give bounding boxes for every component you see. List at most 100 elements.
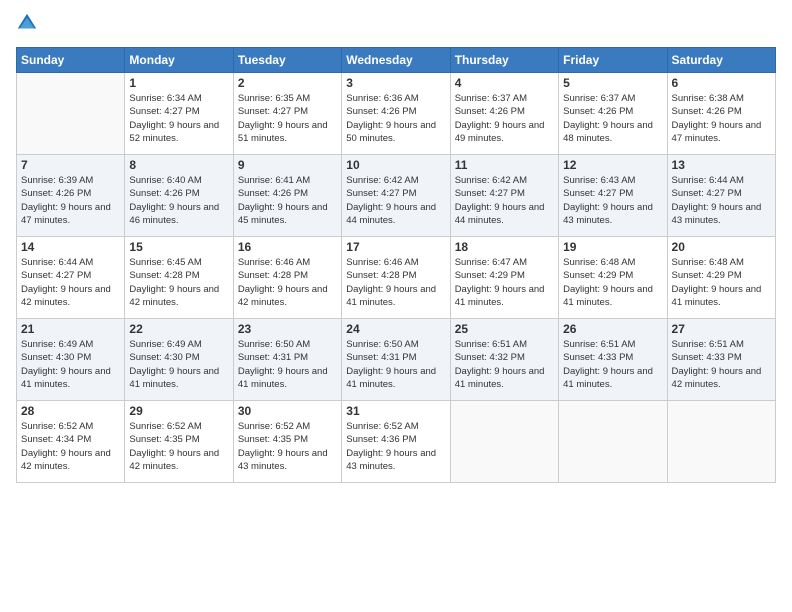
day-number: 19	[563, 240, 662, 254]
day-info: Sunrise: 6:34 AMSunset: 4:27 PMDaylight:…	[129, 92, 228, 145]
day-number: 30	[238, 404, 337, 418]
calendar-cell: 25 Sunrise: 6:51 AMSunset: 4:32 PMDayligh…	[450, 319, 558, 401]
day-info: Sunrise: 6:52 AMSunset: 4:35 PMDaylight:…	[238, 420, 337, 473]
day-info: Sunrise: 6:52 AMSunset: 4:35 PMDaylight:…	[129, 420, 228, 473]
day-info: Sunrise: 6:49 AMSunset: 4:30 PMDaylight:…	[129, 338, 228, 391]
day-info: Sunrise: 6:42 AMSunset: 4:27 PMDaylight:…	[346, 174, 445, 227]
calendar-table: SundayMondayTuesdayWednesdayThursdayFrid…	[16, 47, 776, 483]
day-number: 23	[238, 322, 337, 336]
calendar-cell: 10 Sunrise: 6:42 AMSunset: 4:27 PMDayligh…	[342, 155, 450, 237]
day-number: 25	[455, 322, 554, 336]
calendar-cell: 12 Sunrise: 6:43 AMSunset: 4:27 PMDayligh…	[559, 155, 667, 237]
week-row-4: 21 Sunrise: 6:49 AMSunset: 4:30 PMDayligh…	[17, 319, 776, 401]
day-info: Sunrise: 6:49 AMSunset: 4:30 PMDaylight:…	[21, 338, 120, 391]
logo-icon	[16, 12, 38, 34]
calendar-cell: 5Sunrise: 6:37 AMSunset: 4:26 PMDaylight…	[559, 73, 667, 155]
calendar-cell: 7 Sunrise: 6:39 AMSunset: 4:26 PMDaylight…	[17, 155, 125, 237]
calendar-cell: 9 Sunrise: 6:41 AMSunset: 4:26 PMDaylight…	[233, 155, 341, 237]
calendar-cell	[559, 401, 667, 483]
weekday-header-wednesday: Wednesday	[342, 48, 450, 73]
day-info: Sunrise: 6:46 AMSunset: 4:28 PMDaylight:…	[346, 256, 445, 309]
calendar-cell: 3 Sunrise: 6:36 AMSunset: 4:26 PMDaylight…	[342, 73, 450, 155]
day-info: Sunrise: 6:51 AMSunset: 4:32 PMDaylight:…	[455, 338, 554, 391]
calendar-cell: 27 Sunrise: 6:51 AMSunset: 4:33 PMDayligh…	[667, 319, 775, 401]
day-number: 10	[346, 158, 445, 172]
calendar-cell: 15 Sunrise: 6:45 AMSunset: 4:28 PMDayligh…	[125, 237, 233, 319]
day-number: 3	[346, 76, 445, 90]
day-number: 20	[672, 240, 771, 254]
day-info: Sunrise: 6:50 AMSunset: 4:31 PMDaylight:…	[346, 338, 445, 391]
day-number: 24	[346, 322, 445, 336]
day-number: 6	[672, 76, 771, 90]
calendar-cell: 26Sunrise: 6:51 AMSunset: 4:33 PMDayligh…	[559, 319, 667, 401]
day-info: Sunrise: 6:38 AMSunset: 4:26 PMDaylight:…	[672, 92, 771, 145]
page: SundayMondayTuesdayWednesdayThursdayFrid…	[0, 0, 792, 612]
day-number: 28	[21, 404, 120, 418]
calendar-cell: 18 Sunrise: 6:47 AMSunset: 4:29 PMDayligh…	[450, 237, 558, 319]
calendar-cell: 29 Sunrise: 6:52 AMSunset: 4:35 PMDayligh…	[125, 401, 233, 483]
week-row-5: 28 Sunrise: 6:52 AMSunset: 4:34 PMDayligh…	[17, 401, 776, 483]
weekday-header-friday: Friday	[559, 48, 667, 73]
day-number: 21	[21, 322, 120, 336]
day-number: 12	[563, 158, 662, 172]
calendar-cell: 4Sunrise: 6:37 AMSunset: 4:26 PMDaylight…	[450, 73, 558, 155]
calendar-cell: 31Sunrise: 6:52 AMSunset: 4:36 PMDayligh…	[342, 401, 450, 483]
day-number: 27	[672, 322, 771, 336]
weekday-header-thursday: Thursday	[450, 48, 558, 73]
day-info: Sunrise: 6:48 AMSunset: 4:29 PMDaylight:…	[563, 256, 662, 309]
day-number: 29	[129, 404, 228, 418]
calendar-cell: 28 Sunrise: 6:52 AMSunset: 4:34 PMDayligh…	[17, 401, 125, 483]
weekday-header-row: SundayMondayTuesdayWednesdayThursdayFrid…	[17, 48, 776, 73]
weekday-header-tuesday: Tuesday	[233, 48, 341, 73]
day-info: Sunrise: 6:40 AMSunset: 4:26 PMDaylight:…	[129, 174, 228, 227]
calendar-cell: 13 Sunrise: 6:44 AMSunset: 4:27 PMDayligh…	[667, 155, 775, 237]
day-number: 11	[455, 158, 554, 172]
day-info: Sunrise: 6:51 AMSunset: 4:33 PMDaylight:…	[672, 338, 771, 391]
week-row-1: 1 Sunrise: 6:34 AMSunset: 4:27 PMDaylight…	[17, 73, 776, 155]
day-info: Sunrise: 6:47 AMSunset: 4:29 PMDaylight:…	[455, 256, 554, 309]
day-number: 8	[129, 158, 228, 172]
calendar-cell: 16Sunrise: 6:46 AMSunset: 4:28 PMDayligh…	[233, 237, 341, 319]
day-number: 9	[238, 158, 337, 172]
day-info: Sunrise: 6:44 AMSunset: 4:27 PMDaylight:…	[21, 256, 120, 309]
weekday-header-saturday: Saturday	[667, 48, 775, 73]
day-info: Sunrise: 6:50 AMSunset: 4:31 PMDaylight:…	[238, 338, 337, 391]
calendar-cell: 8 Sunrise: 6:40 AMSunset: 4:26 PMDaylight…	[125, 155, 233, 237]
day-number: 22	[129, 322, 228, 336]
day-number: 26	[563, 322, 662, 336]
week-row-2: 7 Sunrise: 6:39 AMSunset: 4:26 PMDaylight…	[17, 155, 776, 237]
calendar-cell: 22 Sunrise: 6:49 AMSunset: 4:30 PMDayligh…	[125, 319, 233, 401]
calendar-cell: 6 Sunrise: 6:38 AMSunset: 4:26 PMDaylight…	[667, 73, 775, 155]
day-info: Sunrise: 6:48 AMSunset: 4:29 PMDaylight:…	[672, 256, 771, 309]
calendar-cell: 24 Sunrise: 6:50 AMSunset: 4:31 PMDayligh…	[342, 319, 450, 401]
calendar-cell: 23 Sunrise: 6:50 AMSunset: 4:31 PMDayligh…	[233, 319, 341, 401]
day-number: 18	[455, 240, 554, 254]
day-number: 31	[346, 404, 445, 418]
calendar-cell: 17Sunrise: 6:46 AMSunset: 4:28 PMDayligh…	[342, 237, 450, 319]
calendar-cell: 21 Sunrise: 6:49 AMSunset: 4:30 PMDayligh…	[17, 319, 125, 401]
calendar-cell: 11Sunrise: 6:42 AMSunset: 4:27 PMDayligh…	[450, 155, 558, 237]
calendar-cell: 30 Sunrise: 6:52 AMSunset: 4:35 PMDayligh…	[233, 401, 341, 483]
day-info: Sunrise: 6:44 AMSunset: 4:27 PMDaylight:…	[672, 174, 771, 227]
day-info: Sunrise: 6:52 AMSunset: 4:34 PMDaylight:…	[21, 420, 120, 473]
day-number: 15	[129, 240, 228, 254]
day-number: 4	[455, 76, 554, 90]
logo	[16, 12, 40, 39]
calendar-cell	[450, 401, 558, 483]
day-info: Sunrise: 6:36 AMSunset: 4:26 PMDaylight:…	[346, 92, 445, 145]
day-info: Sunrise: 6:35 AMSunset: 4:27 PMDaylight:…	[238, 92, 337, 145]
day-number: 13	[672, 158, 771, 172]
week-row-3: 14Sunrise: 6:44 AMSunset: 4:27 PMDayligh…	[17, 237, 776, 319]
calendar-cell: 14Sunrise: 6:44 AMSunset: 4:27 PMDayligh…	[17, 237, 125, 319]
day-info: Sunrise: 6:45 AMSunset: 4:28 PMDaylight:…	[129, 256, 228, 309]
day-info: Sunrise: 6:41 AMSunset: 4:26 PMDaylight:…	[238, 174, 337, 227]
day-number: 16	[238, 240, 337, 254]
day-number: 2	[238, 76, 337, 90]
day-number: 5	[563, 76, 662, 90]
day-info: Sunrise: 6:43 AMSunset: 4:27 PMDaylight:…	[563, 174, 662, 227]
day-info: Sunrise: 6:39 AMSunset: 4:26 PMDaylight:…	[21, 174, 120, 227]
day-number: 7	[21, 158, 120, 172]
day-number: 1	[129, 76, 228, 90]
calendar-cell: 1 Sunrise: 6:34 AMSunset: 4:27 PMDaylight…	[125, 73, 233, 155]
calendar-cell	[17, 73, 125, 155]
